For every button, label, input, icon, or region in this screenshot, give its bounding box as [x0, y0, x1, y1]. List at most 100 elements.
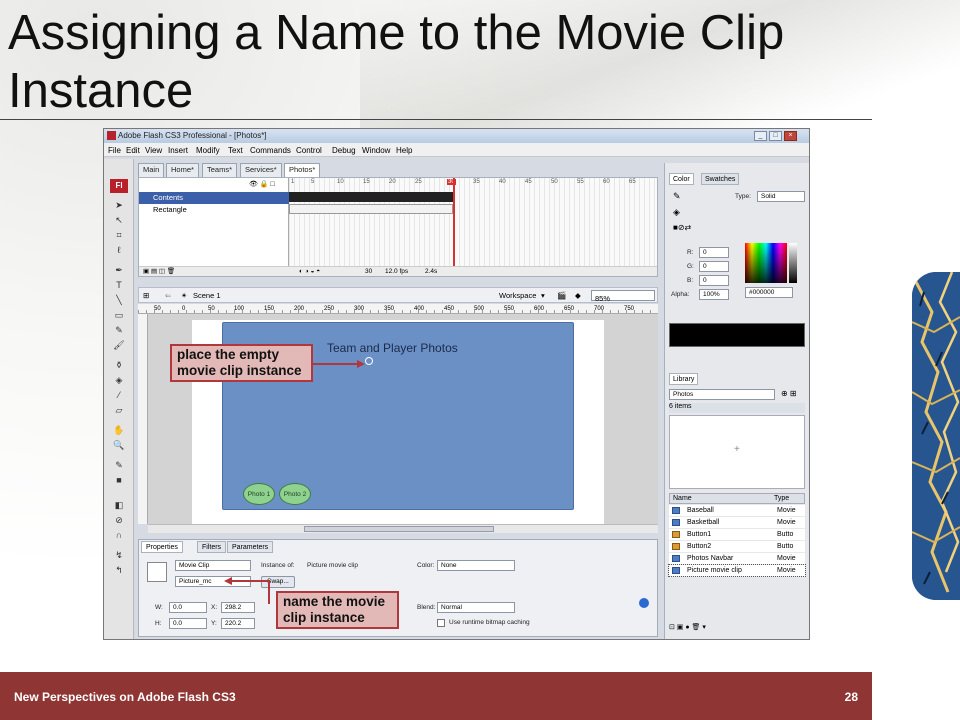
brightness-slider[interactable]	[789, 243, 797, 283]
menu-help[interactable]: Help	[396, 146, 412, 155]
maximize-button[interactable]: □	[769, 131, 782, 141]
tab-home[interactable]: Home*	[166, 163, 199, 177]
selection-tool-icon[interactable]: ➤	[112, 199, 126, 212]
menu-commands[interactable]: Commands	[250, 146, 291, 155]
menu-insert[interactable]: Insert	[168, 146, 188, 155]
menu-modify[interactable]: Modify	[196, 146, 220, 155]
workspace-menu[interactable]: Workspace	[499, 291, 536, 300]
y-field[interactable]: 220.2	[221, 618, 255, 629]
scene-label[interactable]: Scene 1	[193, 291, 221, 300]
blend-select[interactable]: Normal	[437, 602, 515, 613]
hand-tool-icon[interactable]: ✋	[112, 424, 126, 437]
library-doc-select[interactable]: Photos	[669, 389, 775, 400]
tab-parameters[interactable]: Parameters	[227, 541, 274, 553]
fill-type-select[interactable]: Solid	[757, 191, 805, 202]
zoom-select[interactable]: 85%	[591, 290, 655, 303]
tab-swatches[interactable]: Swatches	[701, 173, 740, 185]
library-item[interactable]: Button1 Butto	[669, 529, 805, 540]
menu-debug[interactable]: Debug	[332, 146, 356, 155]
col-name[interactable]: Name	[673, 494, 692, 504]
timeline-toggle-icon[interactable]: ⊞	[143, 291, 149, 300]
color-spectrum[interactable]	[745, 243, 787, 283]
layer-rectangle[interactable]: Rectangle	[139, 204, 289, 216]
brush-tool-icon[interactable]: 🖌	[112, 339, 126, 352]
tab-library[interactable]: Library	[669, 373, 699, 385]
alpha-field[interactable]: 100%	[699, 289, 729, 300]
menu-edit[interactable]: Edit	[126, 146, 140, 155]
rectangle-tool-icon[interactable]: ▭	[112, 309, 126, 322]
tab-services[interactable]: Services*	[240, 163, 282, 177]
library-item-selected[interactable]: Picture movie clip Movie	[668, 564, 806, 577]
x-field[interactable]: 298.2	[221, 602, 255, 613]
library-item[interactable]: Button2 Butto	[669, 541, 805, 552]
back-arrow-icon[interactable]: ⇐	[165, 291, 171, 300]
text-tool-icon[interactable]: T	[112, 279, 126, 292]
tab-properties[interactable]: Properties	[141, 541, 183, 553]
footer-text: New Perspectives on Adobe Flash CS3	[14, 690, 236, 704]
menu-view[interactable]: View	[145, 146, 162, 155]
close-button[interactable]: ×	[784, 131, 797, 141]
photo1-button[interactable]: Photo 1	[243, 483, 275, 505]
layer-contents[interactable]: Contents	[139, 192, 289, 204]
tab-filters[interactable]: Filters	[197, 541, 227, 553]
swap-colors-icon[interactable]: ■⊘⇄	[673, 223, 691, 232]
eraser-tool-icon[interactable]: ▱	[112, 404, 126, 417]
library-footer-icons[interactable]: ⊡ ▣ ● 🗑 ▾	[669, 623, 805, 635]
snap-magnet-icon[interactable]: ∩	[112, 529, 126, 542]
library-item[interactable]: Photos Navbar Movie	[669, 553, 805, 564]
movie-clip-registration-icon[interactable]	[365, 357, 373, 365]
stage-scrollbar[interactable]	[148, 524, 658, 533]
scrollbar-thumb[interactable]	[304, 526, 494, 532]
library-item[interactable]: Baseball Movie	[669, 505, 805, 516]
line-tool-icon[interactable]: ╲	[112, 294, 126, 307]
ink-bottle-icon[interactable]: ⚱	[112, 359, 126, 372]
menu-window[interactable]: Window	[362, 146, 390, 155]
eyedropper-icon[interactable]: ⁄	[112, 389, 126, 402]
minimize-button[interactable]: _	[754, 131, 767, 141]
photo2-button[interactable]: Photo 2	[279, 483, 311, 505]
width-field[interactable]: 0.0	[169, 602, 207, 613]
edit-scene-icon[interactable]: 🎬	[557, 291, 566, 300]
no-color-icon[interactable]: ⊘	[112, 514, 126, 527]
playhead[interactable]	[453, 178, 455, 276]
b-field[interactable]: 0	[699, 275, 729, 286]
stroke-pencil-icon[interactable]: ✎	[673, 191, 681, 202]
free-transform-icon[interactable]: ⌗	[112, 229, 126, 242]
onion-skin-icons[interactable]: ◐ ◑ ◒ ◓	[299, 267, 320, 277]
frame-grid[interactable]: 1 5 10 15 20 25 30 35 40 45 50 55 60 65	[289, 178, 657, 276]
subselection-tool-icon[interactable]: ↖	[112, 214, 126, 227]
tab-photos[interactable]: Photos*	[284, 163, 321, 177]
fill-color-icon[interactable]: ■	[112, 474, 126, 487]
symbol-type-select[interactable]: Movie Clip	[175, 560, 251, 571]
paint-bucket-icon[interactable]: ◈	[112, 374, 126, 387]
menu-file[interactable]: File	[108, 146, 121, 155]
smooth-icon[interactable]: ↯	[112, 549, 126, 562]
tab-teams[interactable]: Teams*	[202, 163, 238, 177]
swap-button[interactable]: Swap...	[261, 576, 295, 588]
col-type[interactable]: Type	[774, 494, 789, 504]
timeline-layer-icons[interactable]: ▣ ▤ ◫ 🗑	[143, 267, 175, 277]
zoom-tool-icon[interactable]: 🔍	[112, 439, 126, 452]
pin-library-icon[interactable]: ⊕ ⊞	[781, 389, 797, 398]
color-select[interactable]: None	[437, 560, 515, 571]
black-white-icon[interactable]: ◧	[112, 499, 126, 512]
properties-help-icon[interactable]	[639, 598, 649, 608]
library-item[interactable]: Basketball Movie	[669, 517, 805, 528]
hex-field[interactable]: #000000	[745, 287, 793, 298]
straighten-icon[interactable]: ↰	[112, 564, 126, 577]
g-field[interactable]: 0	[699, 261, 729, 272]
pencil-tool-icon[interactable]: ✎	[112, 324, 126, 337]
pen-tool-icon[interactable]: ✒	[112, 264, 126, 277]
bitmap-caching-checkbox[interactable]	[437, 619, 445, 627]
edit-symbol-icon[interactable]: ◆	[575, 291, 581, 300]
fill-bucket-icon[interactable]: ◈	[673, 207, 680, 218]
tab-color[interactable]: Color	[669, 173, 694, 185]
menu-control[interactable]: Control	[296, 146, 322, 155]
r-field[interactable]: 0	[699, 247, 729, 258]
height-field[interactable]: 0.0	[169, 618, 207, 629]
tab-main[interactable]: Main	[138, 163, 165, 177]
menu-text[interactable]: Text	[228, 146, 243, 155]
stroke-color-icon[interactable]: ✎	[112, 459, 126, 472]
title-rule	[0, 119, 872, 120]
lasso-tool-icon[interactable]: ℓ	[112, 244, 126, 257]
